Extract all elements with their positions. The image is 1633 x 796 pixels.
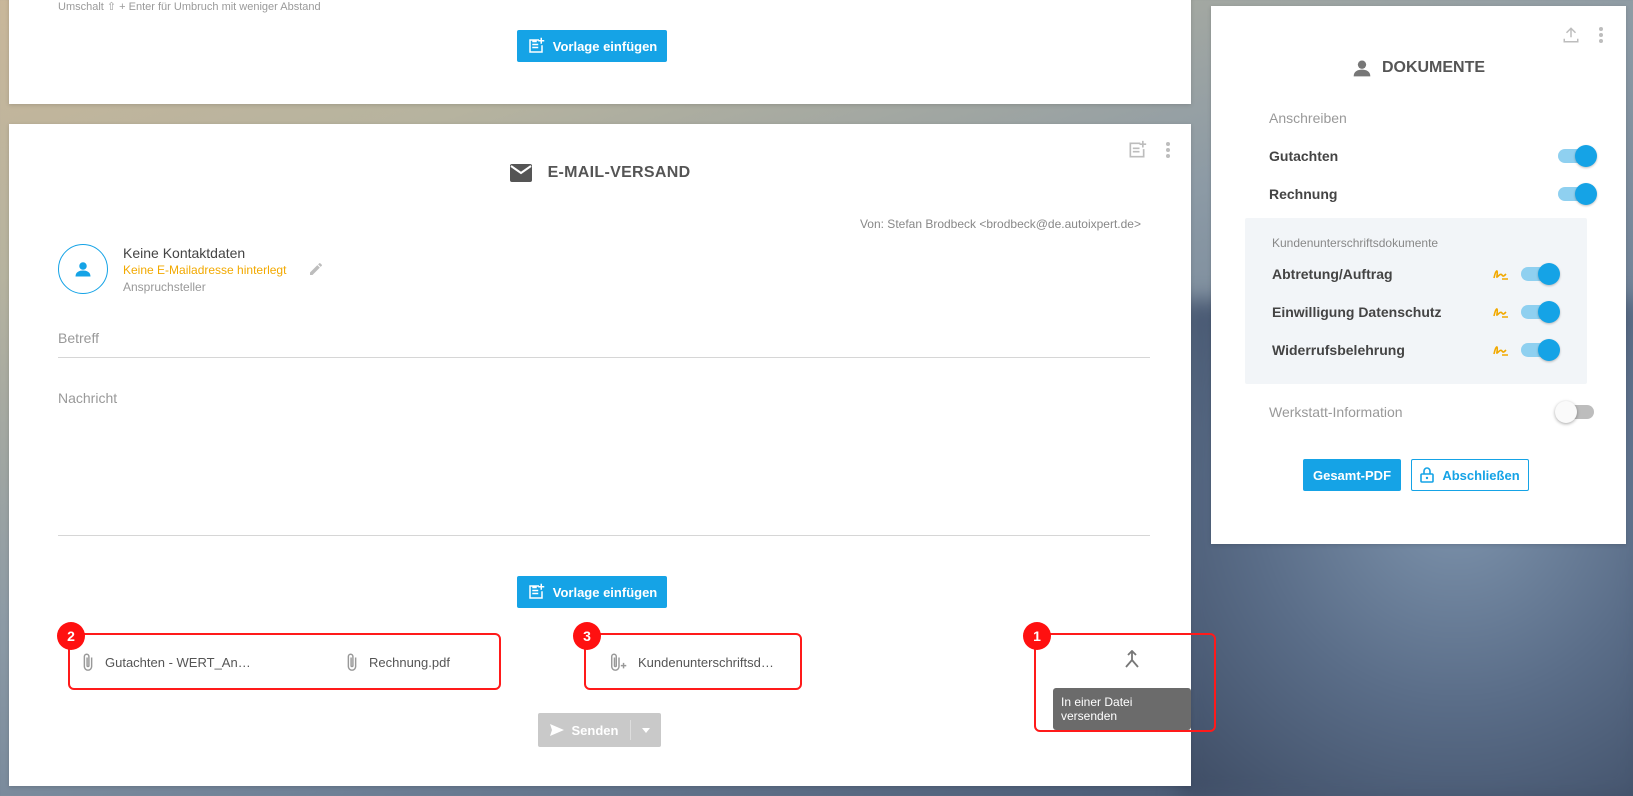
documents-title: DOKUMENTE (1211, 58, 1626, 78)
signature-group-label: Kundenunterschriftsdokumente (1272, 236, 1439, 250)
toggle-workshop[interactable] (1555, 401, 1594, 423)
toggle-report[interactable] (1558, 145, 1597, 167)
step-badge-1: 1 (1023, 622, 1051, 650)
highlight-signature-attachment (584, 633, 802, 690)
full-pdf-label: Gesamt-PDF (1312, 467, 1392, 483)
sender-line: Von: Stefan Brodbeck <brodbeck@de.autoix… (859, 217, 1141, 231)
signature-icon (1493, 346, 1508, 356)
message-field[interactable]: Nachricht (58, 390, 1150, 536)
card-title: E-MAIL-VERSAND (9, 164, 1191, 182)
previous-section-card: Umschalt ⇧ + Enter für Umbruch mit wenig… (9, 0, 1191, 104)
doc-label: Einwilligung Datenschutz (1272, 304, 1442, 320)
doc-label: Gutachten (1269, 148, 1339, 164)
toggle-invoice[interactable] (1558, 183, 1597, 205)
lock-label: Abschließen (1442, 467, 1520, 483)
cover-letter-label: Anschreiben (1269, 110, 1347, 126)
insert-template-button[interactable]: Vorlage einfügen (517, 576, 667, 608)
send-options-dropdown[interactable] (631, 727, 661, 733)
highlight-attachments (68, 633, 501, 690)
more-vert-icon[interactable] (1598, 26, 1604, 44)
send-button[interactable]: Senden (538, 713, 661, 747)
send-icon (549, 724, 564, 736)
documents-title-text: DOKUMENTE (1381, 59, 1486, 76)
doc-label: Werkstatt-Information (1269, 404, 1403, 420)
insert-template-label: Vorlage einfügen (552, 38, 658, 54)
doc-row-workshop: Werkstatt-Information (1269, 400, 1594, 424)
signature-icon (1493, 308, 1508, 318)
signature-documents-group: Kundenunterschriftsdokumente Abtretung/A… (1245, 218, 1587, 384)
doc-label: Rechnung (1269, 186, 1338, 202)
send-label: Senden (571, 722, 619, 738)
doc-label: Abtretung/Auftrag (1272, 266, 1393, 282)
lock-icon (1420, 467, 1435, 483)
documents-card: DOKUMENTE Anschreiben Gutachten Rechnung… (1211, 6, 1626, 544)
avatar[interactable] (58, 244, 108, 294)
toggle-revocation[interactable] (1521, 339, 1560, 361)
more-vert-icon[interactable] (1165, 141, 1171, 159)
doc-row-invoice: Rechnung (1269, 182, 1597, 206)
lock-button[interactable]: Abschließen (1411, 459, 1529, 491)
toggle-privacy[interactable] (1521, 301, 1560, 323)
template-add-icon (529, 583, 544, 599)
doc-row-report: Gutachten (1269, 144, 1597, 168)
template-add-icon (529, 37, 544, 53)
template-add-icon[interactable] (1127, 140, 1147, 160)
doc-row-privacy: Einwilligung Datenschutz (1272, 300, 1560, 324)
highlight-merge-button (1034, 633, 1216, 732)
subject-label: Betreff (58, 330, 99, 346)
step-badge-3: 3 (573, 622, 601, 650)
doc-row-assignment: Abtretung/Auftrag (1272, 262, 1560, 286)
upload-icon[interactable] (1562, 26, 1580, 44)
line-break-hint: Umschalt ⇧ + Enter für Umbruch mit wenig… (58, 1, 321, 13)
person-icon (75, 262, 91, 277)
doc-row-revocation: Widerrufsbelehrung (1272, 338, 1560, 362)
chevron-down-icon (642, 727, 650, 733)
insert-template-button-top[interactable]: Vorlage einfügen (517, 30, 667, 62)
person-icon (1353, 60, 1371, 77)
doc-label: Widerrufsbelehrung (1272, 342, 1405, 358)
contact-name: Keine Kontaktdaten (123, 245, 246, 261)
full-pdf-button[interactable]: Gesamt-PDF (1303, 459, 1401, 491)
edit-icon[interactable] (308, 261, 324, 282)
contact-warning: Keine E-Mailadresse hinterlegt (123, 263, 287, 277)
message-label: Nachricht (58, 390, 118, 406)
card-title-text: E-MAIL-VERSAND (547, 164, 691, 181)
toggle-assignment[interactable] (1521, 263, 1560, 285)
signature-icon (1493, 270, 1508, 280)
insert-template-label: Vorlage einfügen (552, 584, 658, 600)
mail-icon (509, 164, 532, 182)
contact-role: Anspruchsteller (123, 280, 206, 294)
subject-field[interactable]: Betreff (58, 330, 1150, 358)
step-badge-2: 2 (57, 622, 85, 650)
